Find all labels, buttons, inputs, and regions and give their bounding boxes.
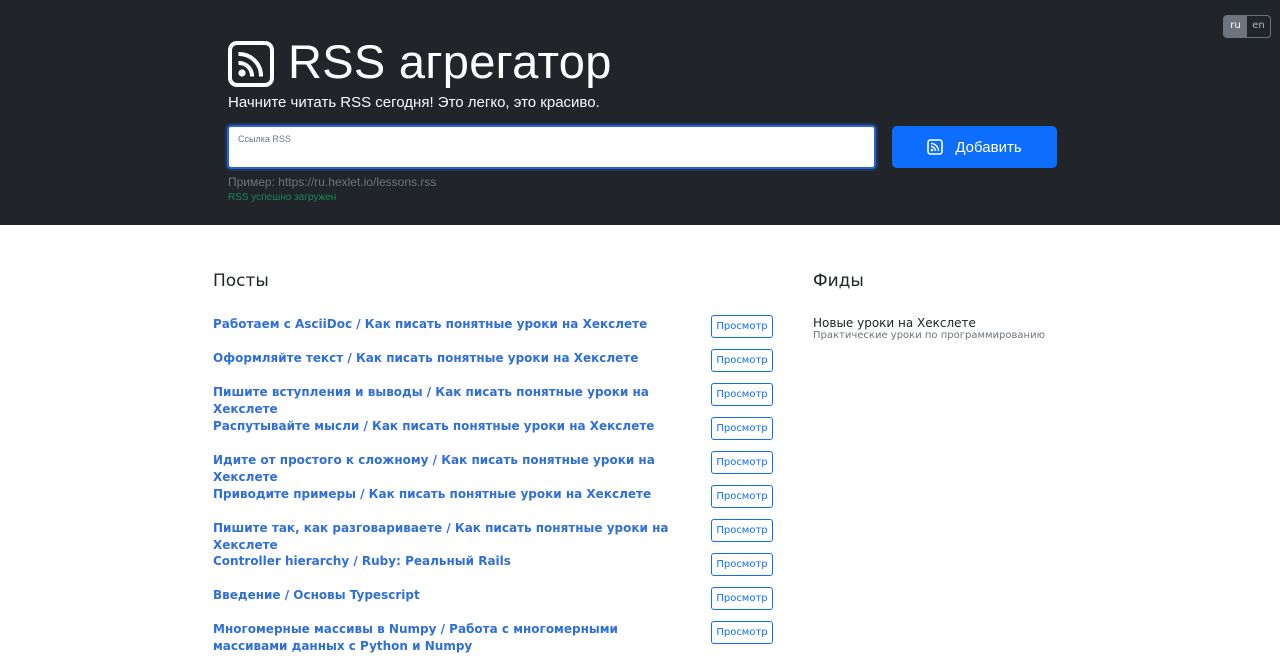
post-link[interactable]: Пишите так, как разговариваете / Как пис…	[213, 520, 693, 554]
feeds-heading: Фиды	[813, 271, 864, 291]
app-lead: Начните читать RSS сегодня! Это легко, э…	[228, 94, 600, 111]
view-button[interactable]: Просмотр	[711, 621, 773, 644]
feedback-message: RSS успешно загружен	[228, 192, 337, 203]
post-link[interactable]: Оформляйте текст / Как писать понятные у…	[213, 350, 693, 367]
view-button[interactable]: Просмотр	[711, 315, 773, 338]
feed-description: Практические уроки по программированию	[813, 330, 1045, 341]
example-hint: Пример: https://ru.hexlet.io/lessons.rss	[228, 175, 437, 189]
lang-button-en[interactable]: en	[1247, 16, 1270, 37]
feed-title: Новые уроки на Хекслете	[813, 316, 976, 330]
language-switcher: ru en	[1223, 15, 1271, 38]
post-link[interactable]: Введение / Основы Typescript	[213, 587, 693, 604]
rss-url-input[interactable]	[237, 146, 857, 164]
view-button[interactable]: Просмотр	[711, 485, 773, 508]
rss-icon	[927, 139, 944, 155]
post-link[interactable]: Controller hierarchy / Ruby: Реальный Ra…	[213, 553, 693, 570]
post-link[interactable]: Распутывайте мысли / Как писать понятные…	[213, 418, 693, 435]
post-link[interactable]: Многомерные массивы в Numpy / Работа с м…	[213, 621, 693, 655]
header-section: ru en RSS агрегатор Начните читать RSS с…	[0, 0, 1280, 225]
view-button[interactable]: Просмотр	[711, 553, 773, 576]
post-link[interactable]: Приводите примеры / Как писать понятные …	[213, 486, 693, 503]
lang-button-ru[interactable]: ru	[1224, 16, 1247, 37]
rss-url-field[interactable]: Ссылка RSS	[227, 125, 876, 169]
add-button[interactable]: Добавить	[892, 126, 1057, 168]
posts-heading: Посты	[213, 271, 269, 291]
view-button[interactable]: Просмотр	[711, 349, 773, 372]
view-button[interactable]: Просмотр	[711, 383, 773, 406]
add-button-label: Добавить	[955, 138, 1022, 156]
view-button[interactable]: Просмотр	[711, 417, 773, 440]
rss-url-label: Ссылка RSS	[238, 134, 291, 144]
view-button[interactable]: Просмотр	[711, 519, 773, 542]
post-link[interactable]: Пишите вступления и выводы / Как писать …	[213, 384, 693, 418]
post-link[interactable]: Работаем с AsciiDoc / Как писать понятны…	[213, 316, 693, 333]
post-link[interactable]: Идите от простого к сложному / Как писат…	[213, 452, 693, 486]
view-button[interactable]: Просмотр	[711, 451, 773, 474]
view-button[interactable]: Просмотр	[711, 587, 773, 610]
rss-logo-icon	[228, 41, 274, 87]
app-title: RSS агрегатор	[288, 35, 612, 88]
